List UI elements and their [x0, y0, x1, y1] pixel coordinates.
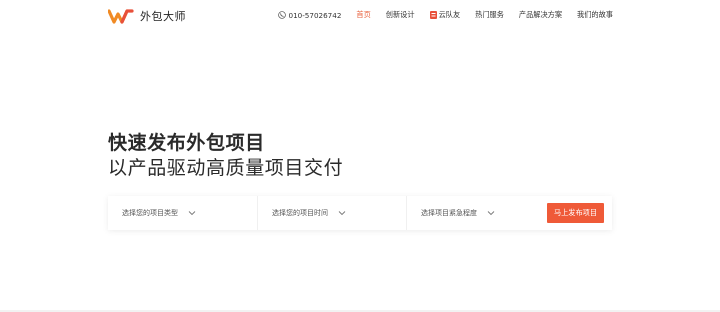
project-type-placeholder: 选择您的项目类型 — [122, 209, 178, 217]
nav-phone[interactable]: 010-57026742 — [277, 10, 342, 20]
project-type-select[interactable]: 选择您的项目类型 — [108, 196, 257, 230]
nav-hot-services[interactable]: 热门服务 — [475, 10, 504, 20]
main-nav: 010-57026742 首页 创新设计 云队友 热门服务 产品解决方案 我们的… — [277, 9, 613, 21]
project-time-placeholder: 选择您的项目时间 — [272, 209, 328, 217]
nav-our-story-label: 我们的故事 — [577, 10, 613, 19]
hero-title: 快速发布外包项目 — [108, 132, 265, 154]
nav-home-label: 首页 — [356, 10, 371, 19]
publish-project-button[interactable]: 马上发布项目 — [547, 203, 604, 223]
nav-innovative-design[interactable]: 创新设计 — [386, 10, 415, 20]
nav-innovative-design-label: 创新设计 — [385, 10, 415, 19]
nav-solutions-label: 产品解决方案 — [518, 10, 563, 19]
project-urgency-select[interactable]: 选择项目紧急程度 — [406, 196, 546, 230]
nav-cloud-team-label: 云队友 — [438, 10, 461, 19]
project-urgency-placeholder: 选择项目紧急程度 — [421, 209, 477, 217]
nav-our-story[interactable]: 我们的故事 — [577, 10, 613, 20]
hero-subtitle: 以产品驱动高质量项目交付 — [108, 157, 344, 179]
project-publish-bar: 选择您的项目类型 选择您的项目时间 选择项目紧急程度 马上发布项目 — [108, 196, 612, 230]
project-time-select[interactable]: 选择您的项目时间 — [257, 196, 406, 230]
brand-name: 外包大师 — [140, 10, 186, 23]
nav-solutions[interactable]: 产品解决方案 — [519, 10, 562, 20]
chevron-down-icon — [338, 211, 346, 216]
nav-home[interactable]: 首页 — [356, 10, 370, 20]
phone-number: 010-57026742 — [288, 10, 342, 20]
brand-logo[interactable]: 外包大师 — [108, 7, 186, 25]
chevron-down-icon — [487, 211, 495, 216]
team-icon — [429, 11, 437, 19]
logo-mark-icon — [108, 9, 134, 24]
top-navigation-bar: 外包大师 010-57026742 首页 创新设计 云队友 热门服务 产品解决方… — [0, 0, 720, 32]
phone-icon — [277, 11, 286, 19]
chevron-down-icon — [188, 211, 196, 216]
nav-hot-services-label: 热门服务 — [475, 10, 504, 19]
nav-cloud-team[interactable]: 云队友 — [429, 10, 461, 20]
